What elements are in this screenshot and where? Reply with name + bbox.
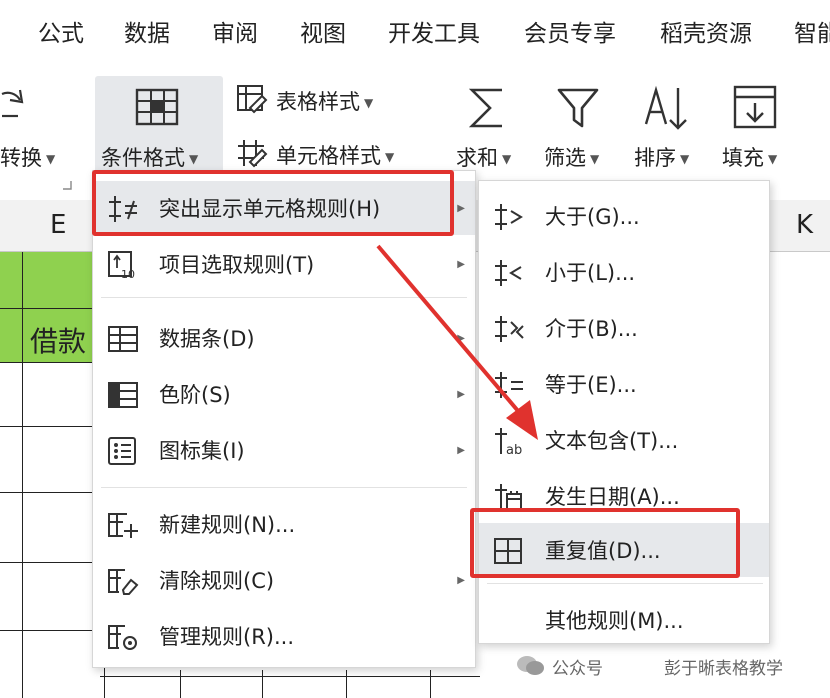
red-arrow-annotation [376,244,538,440]
wechat-logo-icon [517,656,544,675]
watermark-right: 彭于晰表格教学 [664,659,783,679]
watermark-left: 公众号 [552,659,603,679]
